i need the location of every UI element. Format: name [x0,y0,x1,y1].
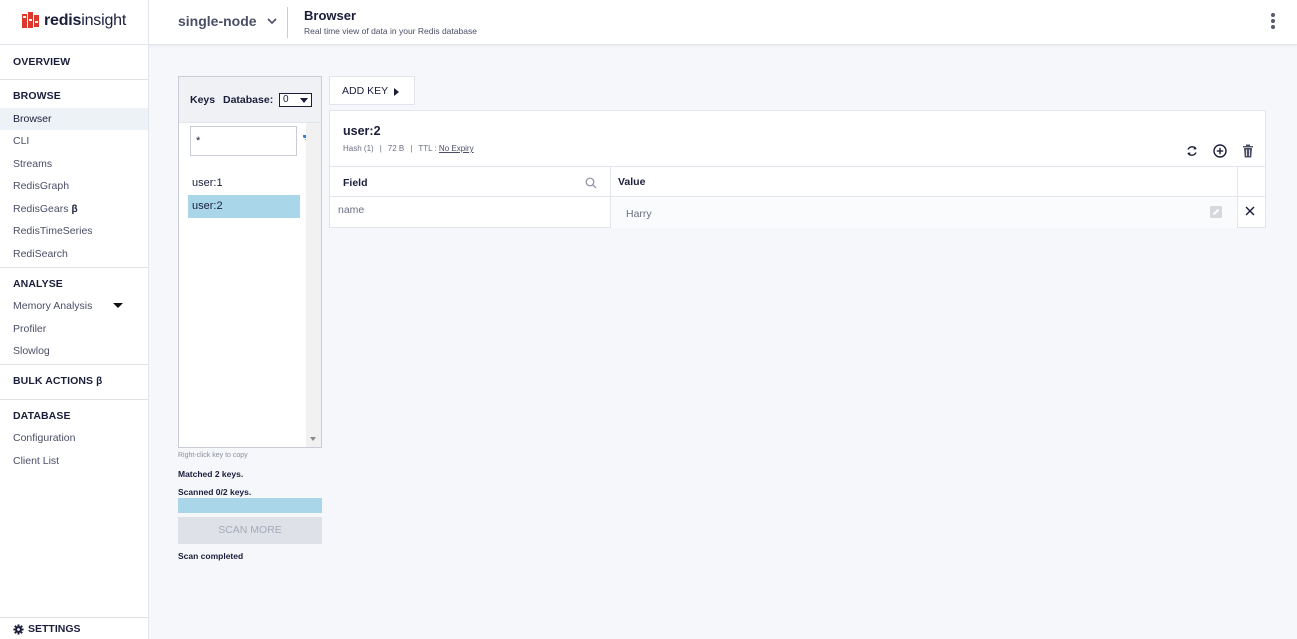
copy-hint: Right-click key to copy [178,452,248,459]
settings-button[interactable]: SETTINGS [13,623,81,635]
keys-label: Keys [190,94,216,106]
page-subtitle: Real time view of data in your Redis dat… [304,26,477,36]
sidebar-item-label: RedisGears [13,203,69,215]
key-name: user:2 [343,124,381,138]
sidebar-item-label: Memory Analysis [13,300,93,312]
matched-keys-status: Matched 2 keys. [178,469,244,479]
sidebar-item-memory-analysis[interactable]: Memory Analysis [0,295,148,317]
sidebar-item-client-list[interactable]: Client List [0,450,148,472]
database-name: single-node [178,13,257,29]
logo-text: redisinsight [44,11,127,29]
sidebar-item-overview[interactable]: OVERVIEW [13,56,70,68]
sidebar-divider [0,617,148,618]
scan-progress-bar [178,498,322,513]
column-divider [1237,167,1238,228]
table-cell-field: name [338,204,365,216]
section-heading-database: DATABASE [13,410,71,422]
sidebar-item-profiler[interactable]: Profiler [0,318,148,340]
column-header-value: Value [618,176,646,188]
add-key-label: ADD KEY [342,85,389,97]
key-size: 72 B [387,144,405,153]
key-list-scrollbar[interactable] [306,123,321,447]
redis-logo-icon [22,12,39,28]
key-pattern-input[interactable] [190,126,297,156]
database-index-value: 0 [283,94,289,105]
scan-status: Scan completed [178,551,244,561]
sidebar-item-label: BULK ACTIONS [13,375,94,387]
database-label: Database: [223,94,274,106]
column-divider [610,167,611,228]
sidebar-item-redisgraph[interactable]: RedisGraph [0,175,148,197]
keys-panel-header: Keys Database: 0 [179,77,321,123]
caret-down-icon [300,98,308,103]
sidebar: OVERVIEW BROWSE Browser CLI Streams Redi… [0,45,149,639]
sidebar-item-browser[interactable]: Browser [0,108,148,130]
more-options-icon[interactable] [1266,12,1280,32]
meta-separator: | [379,144,382,153]
header-divider [148,0,149,45]
ttl-label: TTL : [418,144,437,153]
table-border [330,166,1265,167]
edit-icon[interactable] [1210,206,1222,218]
scanned-keys-status: Scanned 0/2 keys. [178,487,252,497]
database-selector[interactable]: single-node [178,13,277,29]
value-cell-background [611,197,1237,228]
sidebar-item-streams[interactable]: Streams [0,153,148,175]
key-list: user:1 user:2 [188,172,300,218]
meta-separator: | [410,144,413,153]
scan-more-button[interactable]: SCAN MORE [178,517,322,544]
caret-down-icon [113,303,123,308]
redisinsight-logo[interactable]: redisinsight [22,11,126,30]
key-metadata: Hash (1) | 72 B | TTL : No Expiry [343,144,474,153]
refresh-icon[interactable] [1185,144,1199,158]
sidebar-divider [0,79,148,80]
scan-progress-fill [178,498,322,513]
search-icon[interactable] [585,177,597,189]
column-header-field: Field [343,177,368,189]
sidebar-item-cli[interactable]: CLI [0,130,148,152]
remove-field-icon[interactable] [1245,206,1255,216]
delete-key-icon[interactable] [1241,144,1255,158]
caret-right-icon [394,88,399,96]
header-divider [287,7,288,38]
page-title: Browser [304,8,357,23]
scroll-down-icon[interactable] [310,437,316,441]
sidebar-item-redisgears[interactable]: RedisGears β [0,198,148,220]
chevron-down-icon [266,17,277,24]
key-item-selected[interactable]: user:2 [188,195,300,218]
ttl-value-link[interactable]: No Expiry [439,144,474,153]
sidebar-divider [0,267,148,268]
sidebar-item-slowlog[interactable]: Slowlog [0,340,148,362]
sidebar-item-bulk-actions[interactable]: BULK ACTIONS β [13,375,102,387]
sidebar-item-redistimeseries[interactable]: RedisTimeSeries [0,220,148,242]
settings-label: SETTINGS [28,623,81,635]
section-heading-analyse: ANALYSE [13,278,63,290]
sidebar-item-configuration[interactable]: Configuration [0,427,148,449]
beta-badge: β [96,376,103,387]
section-heading-browse: BROWSE [13,90,61,102]
sidebar-divider [0,364,148,365]
table-cell-value: Harry [626,208,652,220]
key-details-panel: user:2 Hash (1) | 72 B | TTL : No Expiry Fie… [329,110,1266,228]
app-header: redisinsight single-node Browser Real ti… [0,0,1297,45]
add-field-icon[interactable] [1213,144,1227,158]
key-item[interactable]: user:1 [188,172,300,195]
sidebar-item-redisearch[interactable]: RediSearch [0,243,148,265]
database-index-select[interactable]: 0 [279,93,312,107]
add-key-button[interactable]: ADD KEY [329,76,415,105]
table-border [330,196,1265,197]
keys-panel: Keys Database: 0 user:1 user:2 [178,76,322,448]
key-type: Hash (1) [343,144,374,153]
gear-icon [13,623,24,635]
sidebar-divider [0,399,148,400]
beta-badge: β [71,204,78,215]
